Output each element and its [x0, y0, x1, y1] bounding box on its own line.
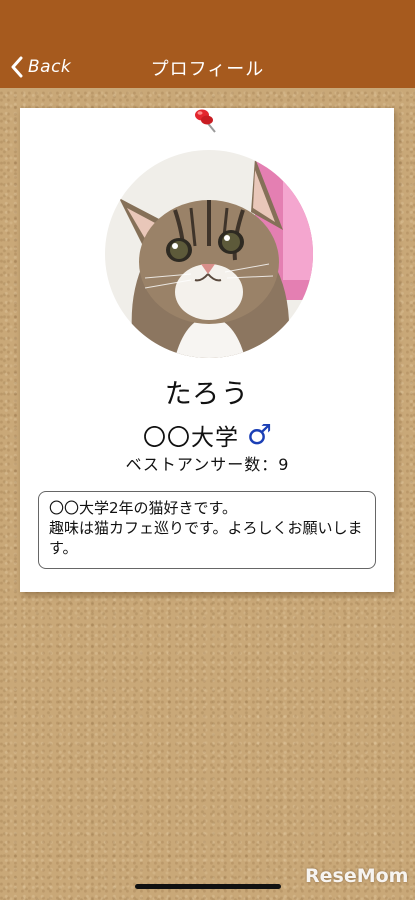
university-row: 〇〇大学 ♂: [0, 418, 415, 452]
bio-line: 趣味は猫カフェ巡りです。よろしくお願いします。: [49, 519, 363, 557]
male-gender-icon: ♂: [246, 418, 273, 451]
user-name: たろう: [164, 379, 251, 410]
bio-line: 〇〇大学2年の猫好きです。: [49, 499, 238, 517]
home-indicator[interactable]: [135, 884, 281, 889]
university-name: 〇〇大学: [142, 425, 239, 451]
best-answer-count: ベストアンサー数：9: [125, 455, 290, 474]
bio-box: 〇〇大学2年の猫好きです。 趣味は猫カフェ巡りです。よろしくお願いします。: [38, 491, 376, 569]
page-title: プロフィール: [150, 59, 265, 80]
avatar: [105, 150, 313, 358]
pushpin-icon: [188, 107, 224, 141]
navigation-bar: Back プロフィール: [0, 0, 415, 88]
watermark-logo: ReseMom: [305, 865, 409, 887]
